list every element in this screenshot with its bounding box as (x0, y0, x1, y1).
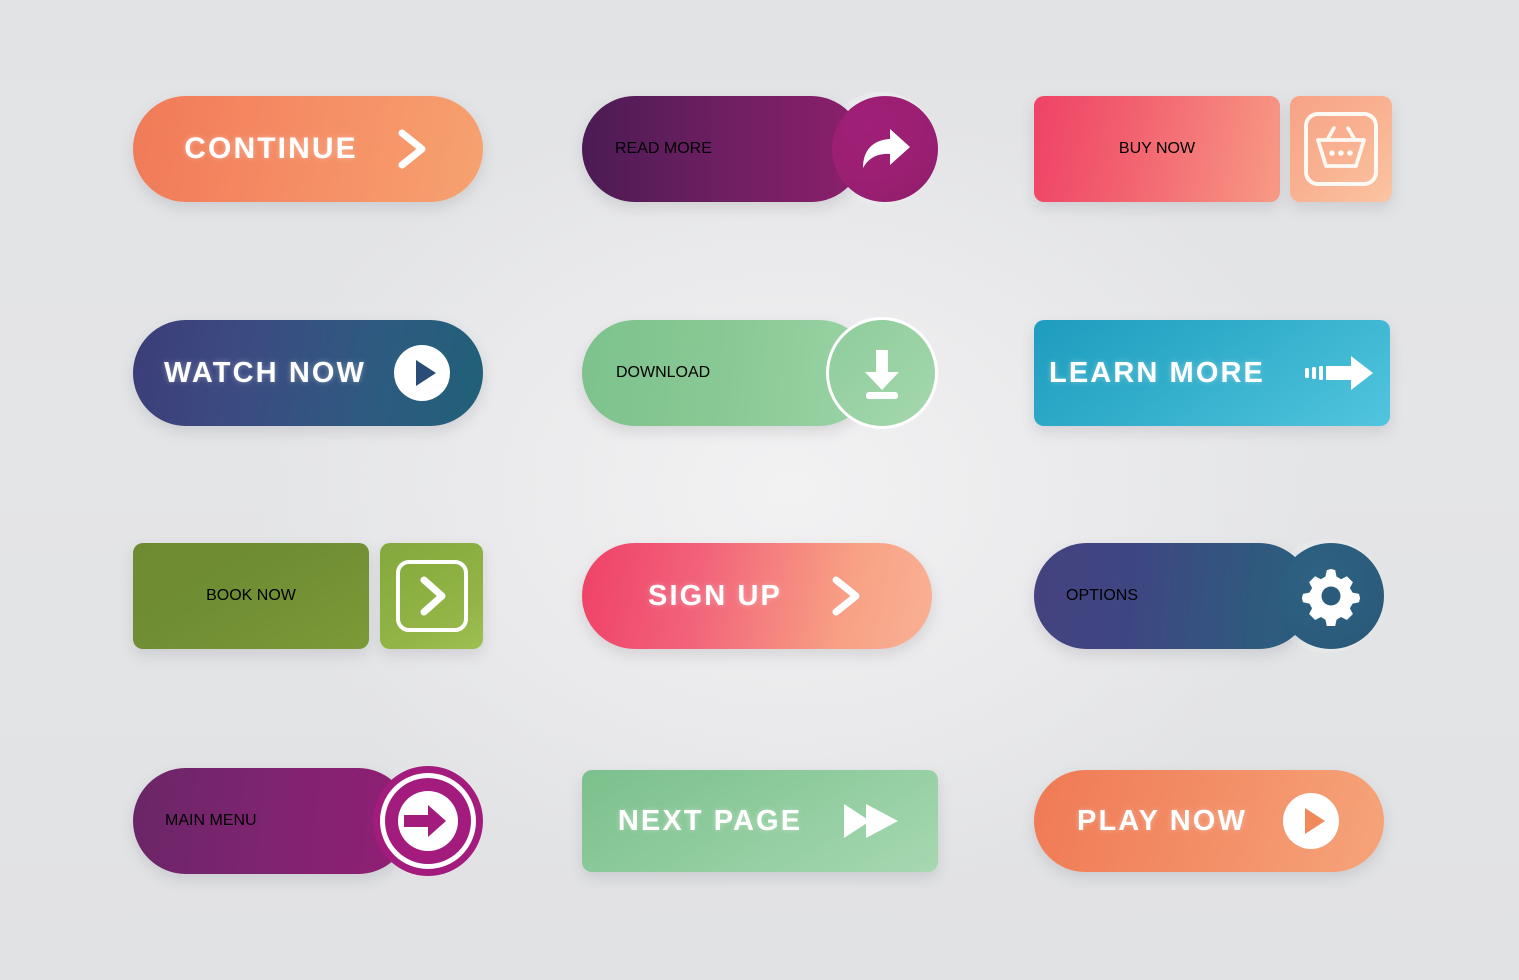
button-cell-main-menu: MAIN MENU (133, 766, 483, 876)
watch-now-label: WATCH NOW (164, 356, 366, 389)
gear-icon (1301, 566, 1361, 626)
main-menu-label: MAIN MENU (165, 812, 257, 829)
read-more-button[interactable]: READ MORE (582, 92, 938, 206)
buy-now-icon-box[interactable] (1290, 96, 1392, 202)
share-arrow-icon (857, 123, 913, 175)
buy-now-button[interactable]: BUY NOW (1034, 96, 1392, 202)
book-now-label: BOOK NOW (206, 587, 296, 604)
main-menu-icon-ring (380, 773, 476, 869)
button-cell-next-page: NEXT PAGE (582, 766, 938, 876)
buy-now-label: BUY NOW (1118, 140, 1196, 157)
play-now-label: PLAY NOW (1077, 804, 1247, 837)
fast-forward-icon (840, 798, 902, 844)
button-cell-learn-more: LEARN MORE (1034, 320, 1390, 426)
options-label: OPTIONS (1066, 587, 1139, 604)
shopping-basket-icon (1301, 109, 1381, 189)
learn-more-button[interactable]: LEARN MORE (1034, 320, 1390, 426)
main-menu-body[interactable]: MAIN MENU (133, 768, 411, 874)
learn-more-label: LEARN MORE (1049, 356, 1265, 389)
continue-button[interactable]: CONTINUE (133, 96, 483, 202)
button-cell-options: OPTIONS (1034, 539, 1384, 653)
arrow-right-motion-icon (1304, 353, 1375, 393)
sign-up-button[interactable]: SIGN UP (582, 543, 932, 649)
button-cell-book-now: BOOK NOW (133, 543, 483, 649)
main-menu-button[interactable]: MAIN MENU (133, 766, 483, 876)
read-more-body[interactable]: READ MORE (582, 96, 864, 202)
book-now-body[interactable]: BOOK NOW (133, 543, 369, 649)
play-circle-icon (1281, 791, 1341, 851)
button-cell-download: DOWNLOAD (582, 317, 938, 429)
buy-now-body[interactable]: BUY NOW (1034, 96, 1280, 202)
button-gallery: CONTINUE READ MORE BUY NOW WATCH NOW DOW… (0, 0, 1519, 980)
options-body[interactable]: OPTIONS (1034, 543, 1312, 649)
next-page-button[interactable]: NEXT PAGE (582, 770, 938, 872)
book-now-icon-box[interactable] (380, 543, 483, 649)
play-circle-icon (392, 343, 452, 403)
chevron-right-box-icon (392, 556, 472, 636)
main-menu-icon-outer[interactable] (373, 766, 483, 876)
button-cell-buy-now: BUY NOW (1034, 96, 1392, 202)
read-more-label: READ MORE (615, 140, 712, 157)
next-page-label: NEXT PAGE (617, 804, 803, 837)
button-cell-watch-now: WATCH NOW (133, 320, 483, 426)
button-cell-continue: CONTINUE (133, 96, 483, 202)
watch-now-button[interactable]: WATCH NOW (133, 320, 483, 426)
continue-label: CONTINUE (184, 132, 358, 165)
book-now-button[interactable]: BOOK NOW (133, 543, 483, 649)
button-cell-play-now: PLAY NOW (1034, 766, 1384, 876)
options-icon-circle[interactable] (1278, 543, 1384, 649)
button-cell-read-more: READ MORE (582, 92, 938, 206)
enter-arrow-circle-icon (394, 787, 462, 855)
sign-up-label: SIGN UP (648, 579, 782, 612)
play-now-button[interactable]: PLAY NOW (1034, 770, 1384, 872)
chevron-right-icon (826, 574, 866, 618)
read-more-icon-circle[interactable] (832, 96, 938, 202)
options-button[interactable]: OPTIONS (1034, 539, 1384, 653)
download-arrow-icon (853, 342, 911, 404)
chevron-right-icon (392, 127, 432, 171)
download-icon-circle[interactable] (826, 317, 938, 429)
button-cell-sign-up: SIGN UP (582, 543, 932, 649)
download-button[interactable]: DOWNLOAD (582, 317, 938, 429)
download-label: DOWNLOAD (616, 364, 711, 381)
